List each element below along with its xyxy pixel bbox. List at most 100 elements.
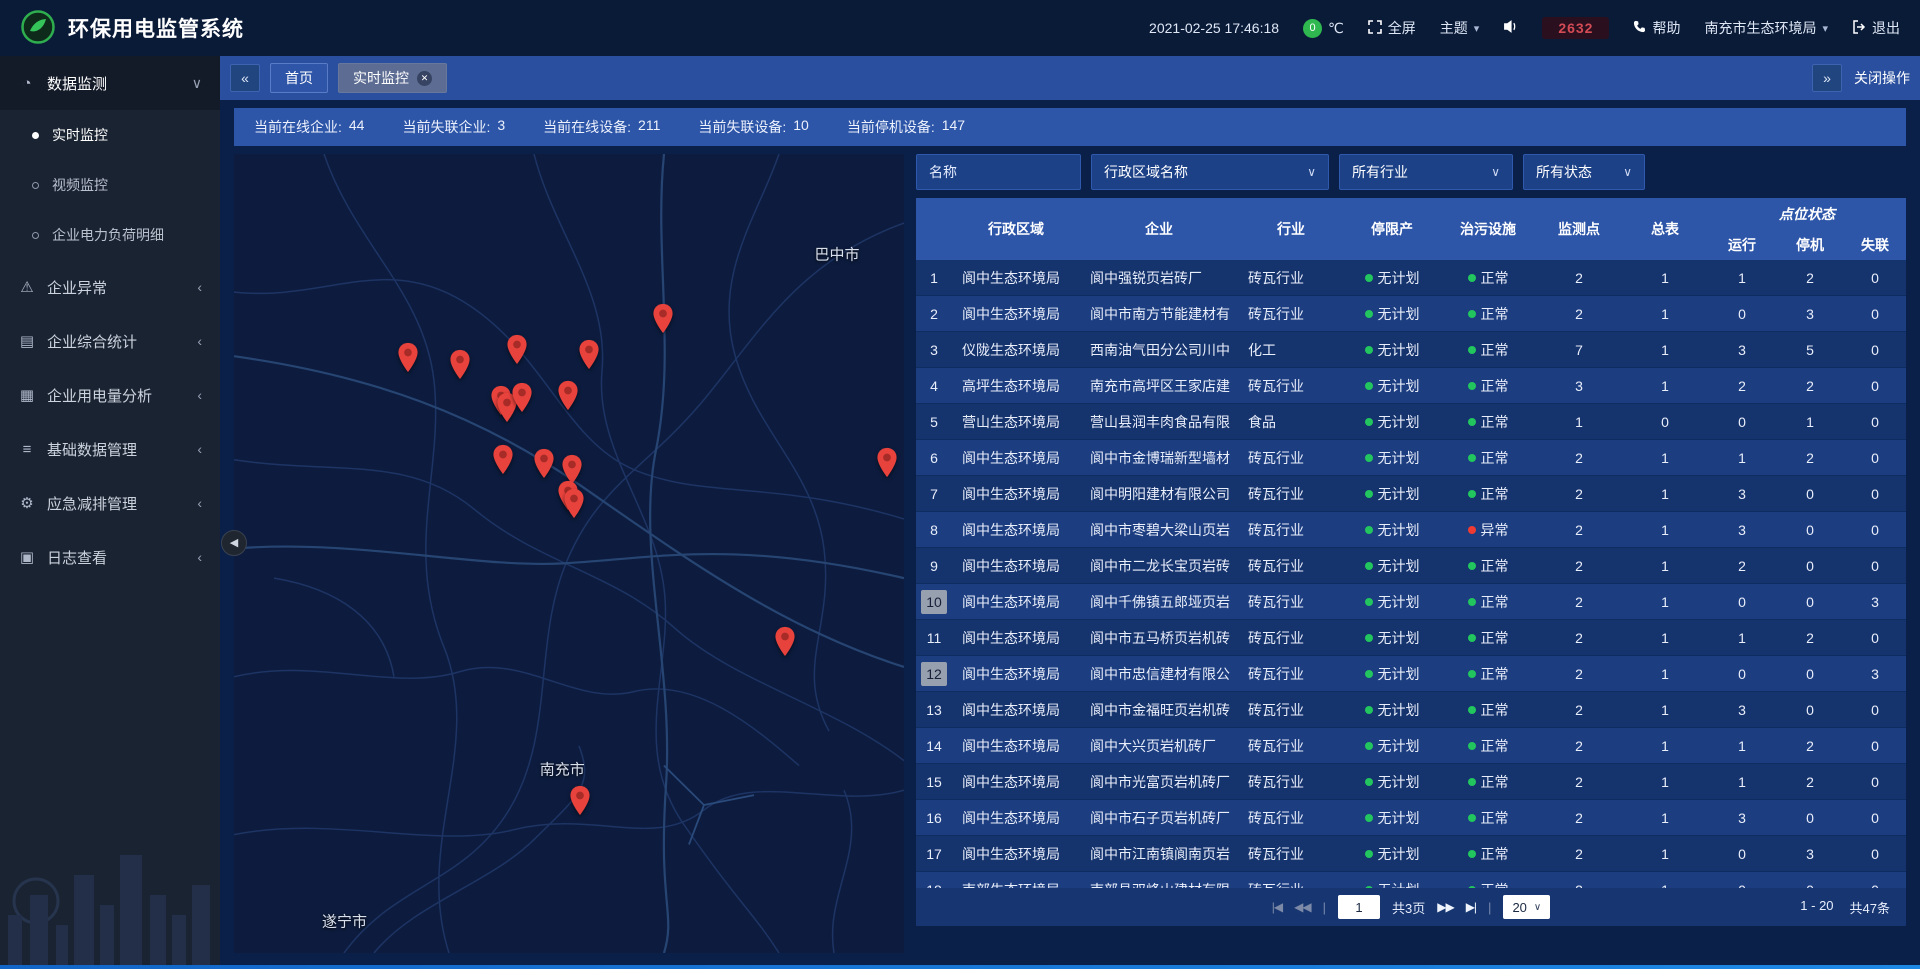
map-pin-icon[interactable] — [397, 342, 419, 376]
sidebar-item-video-monitor[interactable]: 视频监控 — [0, 160, 220, 210]
sidebar-section-base-data[interactable]: ≡ 基础数据管理 ‹ — [0, 422, 220, 476]
table-row[interactable]: 15 阆中生态环境局 阆中市光富页岩机砖厂 砖瓦行业 无计划 正常 2 1 1 … — [916, 764, 1906, 800]
map[interactable]: 巴中市南充市遂宁市 ◀ — [234, 154, 904, 953]
org-dropdown[interactable]: 南充市生态环境局 ▾ — [1704, 18, 1828, 38]
map-pin-icon[interactable] — [569, 785, 591, 819]
collapse-map-button[interactable]: ◀ — [221, 530, 247, 556]
page-size-select[interactable]: 20 ∨ — [1503, 895, 1550, 919]
tabs-scroll-left-button[interactable]: « — [230, 64, 260, 92]
divider: | — [1488, 900, 1491, 915]
map-pin-icon[interactable] — [506, 334, 528, 368]
sidebar-section-power-analysis[interactable]: ▦ 企业用电量分析 ‹ — [0, 368, 220, 422]
cell-industry: 化工 — [1238, 340, 1344, 360]
table-row[interactable]: 11 阆中生态环境局 阆中市五马桥页岩机砖 砖瓦行业 无计划 正常 2 1 1 … — [916, 620, 1906, 656]
map-pin-icon[interactable] — [876, 447, 898, 481]
region-filter-select[interactable]: 行政区域名称 ∨ — [1091, 154, 1329, 190]
sidebar-item-realtime-monitor[interactable]: 实时监控 — [0, 110, 220, 160]
top-header: 环保用电监管系统 2021-02-25 17:46:18 0 ℃ 全屏 主题 ▾… — [0, 0, 1920, 56]
chevron-left-icon: ◀ — [230, 536, 238, 549]
theme-dropdown[interactable]: 主题 ▾ — [1440, 18, 1480, 38]
status-filter-select[interactable]: 所有状态 ∨ — [1523, 154, 1645, 190]
stat-item: 当前失联企业: 3 — [402, 117, 505, 137]
cell-meter: 1 — [1622, 666, 1708, 682]
map-pin-icon[interactable] — [492, 444, 514, 478]
tabs-scroll-right-button[interactable]: » — [1812, 64, 1842, 92]
map-pin-icon[interactable] — [511, 382, 533, 416]
page-number-input[interactable] — [1338, 895, 1380, 919]
logout-button[interactable]: 退出 — [1852, 18, 1900, 38]
prev-page-button[interactable]: ◀◀ — [1294, 900, 1310, 914]
status-dot-icon — [1468, 598, 1476, 606]
tab-realtime-monitor[interactable]: 实时监控 ✕ — [338, 63, 447, 93]
cell-run: 3 — [1708, 342, 1776, 358]
map-pin-icon[interactable] — [774, 626, 796, 660]
first-page-button[interactable]: |◀ — [1272, 900, 1282, 914]
name-filter-input[interactable] — [916, 154, 1081, 190]
table-row[interactable]: 5 营山生态环境局 营山县润丰肉食品有限 食品 无计划 正常 1 0 0 1 0 — [916, 404, 1906, 440]
sidebar-section-data-monitoring[interactable]: ◔ 数据监测 ∨ — [0, 56, 220, 110]
last-page-button[interactable]: ▶| — [1466, 900, 1476, 914]
close-operations-button[interactable]: 关闭操作 — [1854, 68, 1910, 88]
industry-filter-select[interactable]: 所有行业 ∨ — [1339, 154, 1513, 190]
table-row[interactable]: 10 阆中生态环境局 阆中千佛镇五郎垭页岩 砖瓦行业 无计划 正常 2 1 0 … — [916, 584, 1906, 620]
sidebar-section-logs[interactable]: ▣ 日志查看 ‹ — [0, 530, 220, 584]
table-row[interactable]: 1 阆中生态环境局 阆中强锐页岩砖厂 砖瓦行业 无计划 正常 2 1 1 2 0 — [916, 260, 1906, 296]
cell-company: 阆中市五马桥页岩机砖 — [1080, 628, 1238, 648]
map-pin-icon[interactable] — [557, 380, 579, 414]
cell-meter: 1 — [1622, 486, 1708, 502]
cell-industry: 砖瓦行业 — [1238, 664, 1344, 684]
status-dot-icon — [1365, 310, 1373, 318]
cell-run: 2 — [1708, 558, 1776, 574]
sidebar-item-power-load-detail[interactable]: 企业电力负荷明细 — [0, 210, 220, 260]
map-pin-icon[interactable] — [563, 488, 585, 522]
table-row[interactable]: 9 阆中生态环境局 阆中市二龙长宝页岩砖 砖瓦行业 无计划 正常 2 1 2 0… — [916, 548, 1906, 584]
status-dot-icon — [1468, 742, 1476, 750]
chevron-left-icon: ‹ — [197, 441, 202, 457]
table-row[interactable]: 17 阆中生态环境局 阆中市江南镇阆南页岩 砖瓦行业 无计划 正常 2 1 0 … — [916, 836, 1906, 872]
table-panel: 行政区域名称 ∨ 所有行业 ∨ 所有状态 ∨ — [916, 154, 1906, 953]
table-row[interactable]: 7 阆中生态环境局 阆中明阳建材有限公司 砖瓦行业 无计划 正常 2 1 3 0… — [916, 476, 1906, 512]
status-dot-icon — [1468, 778, 1476, 786]
sidebar-section-company-stats[interactable]: ▤ 企业综合统计 ‹ — [0, 314, 220, 368]
table-row[interactable]: 16 阆中生态环境局 阆中市石子页岩机砖厂 砖瓦行业 无计划 正常 2 1 3 … — [916, 800, 1906, 836]
cell-industry: 砖瓦行业 — [1238, 844, 1344, 864]
stats-bar: 当前在线企业: 44 当前失联企业: 3 当前在线设备: 211 当前失联设备:… — [234, 108, 1906, 146]
cell-points: 2 — [1536, 738, 1622, 754]
alarm-speaker-button[interactable] — [1503, 19, 1518, 37]
table-row[interactable]: 12 阆中生态环境局 阆中市忠信建材有限公 砖瓦行业 无计划 正常 2 1 0 … — [916, 656, 1906, 692]
map-pin-icon[interactable] — [578, 339, 600, 373]
table-row[interactable]: 18 南部生态环境局 南部县双峰山建材有限 砖瓦行业 无计划 正常 2 1 0 … — [916, 872, 1906, 888]
pagination-bar: |◀ ◀◀ | 共3页 ▶▶ ▶| | 20 ∨ — [916, 888, 1906, 926]
cell-facility: 正常 — [1440, 592, 1536, 612]
map-city-label: 遂宁市 — [322, 911, 367, 932]
cell-limit: 无计划 — [1344, 772, 1440, 792]
cell-lost: 0 — [1844, 342, 1906, 358]
next-page-button[interactable]: ▶▶ — [1437, 900, 1453, 914]
stat-item: 当前停机设备: 147 — [847, 117, 965, 137]
table-row[interactable]: 3 仪陇生态环境局 西南油气田分公司川中 化工 无计划 正常 7 1 3 5 0 — [916, 332, 1906, 368]
table-row[interactable]: 8 阆中生态环境局 阆中市枣碧大梁山页岩 砖瓦行业 无计划 异常 2 1 3 0… — [916, 512, 1906, 548]
table-row[interactable]: 13 阆中生态环境局 阆中市金福旺页岩机砖 砖瓦行业 无计划 正常 2 1 3 … — [916, 692, 1906, 728]
fullscreen-button[interactable]: 全屏 — [1368, 18, 1416, 38]
close-icon[interactable]: ✕ — [417, 71, 432, 86]
cell-index: 6 — [916, 446, 952, 470]
tab-home[interactable]: 首页 — [270, 63, 328, 93]
help-button[interactable]: 帮助 — [1633, 18, 1680, 38]
cell-index: 15 — [916, 770, 952, 794]
map-pin-icon[interactable] — [652, 303, 674, 337]
cell-stop: 0 — [1776, 702, 1844, 718]
cell-stop: 2 — [1776, 774, 1844, 790]
alarm-count-badge[interactable]: 2632 — [1542, 17, 1609, 39]
sidebar-section-emergency[interactable]: ⚙ 应急减排管理 ‹ — [0, 476, 220, 530]
table-row[interactable]: 14 阆中生态环境局 阆中大兴页岩机砖厂 砖瓦行业 无计划 正常 2 1 1 2… — [916, 728, 1906, 764]
table-row[interactable]: 2 阆中生态环境局 阆中市南方节能建材有 砖瓦行业 无计划 正常 2 1 0 3… — [916, 296, 1906, 332]
map-pin-icon[interactable] — [533, 448, 555, 482]
status-dot-icon — [1468, 706, 1476, 714]
table-row[interactable]: 6 阆中生态环境局 阆中市金博瑞新型墙材 砖瓦行业 无计划 正常 2 1 1 2… — [916, 440, 1906, 476]
cell-points: 2 — [1536, 702, 1622, 718]
table-row[interactable]: 4 高坪生态环境局 南充市高坪区王家店建 砖瓦行业 无计划 正常 3 1 2 2… — [916, 368, 1906, 404]
cell-stop: 3 — [1776, 846, 1844, 862]
sidebar-section-company-abnormal[interactable]: ⚠ 企业异常 ‹ — [0, 260, 220, 314]
map-pin-icon[interactable] — [449, 349, 471, 383]
cell-index: 7 — [916, 482, 952, 506]
